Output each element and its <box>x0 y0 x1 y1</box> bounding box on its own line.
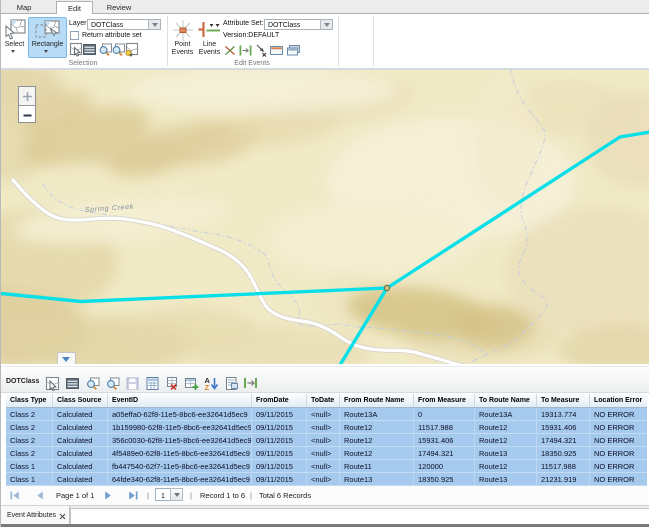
svg-text:Z: Z <box>205 383 210 391</box>
